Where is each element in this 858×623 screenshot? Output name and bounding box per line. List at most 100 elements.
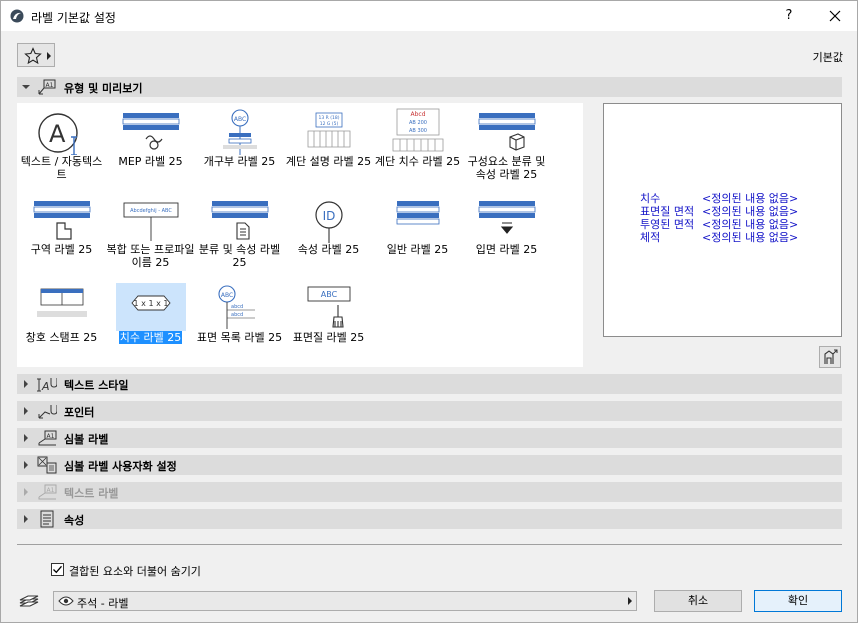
- chevron-right-icon: [24, 488, 28, 496]
- section-pointer[interactable]: 포인터: [17, 401, 842, 421]
- eye-icon: [58, 596, 74, 606]
- thumb-abcd-2: abcd: [231, 312, 243, 318]
- opening-label-icon: ABC: [223, 109, 257, 155]
- item-label: 분류 및 속성 라벨 25: [198, 243, 281, 269]
- thumb-stair-dim-bottom: AB 300: [409, 128, 427, 134]
- custom-settings-icon: [37, 456, 57, 474]
- palette-item-surface-list-label[interactable]: ABC abcd abcd 표면 목록 라벨 25: [195, 279, 284, 365]
- window-title: 라벨 기본값 설정: [31, 11, 116, 25]
- stair-description-icon: 13 R (18) 12 G (5): [307, 112, 351, 148]
- section-text-style[interactable]: A 텍스트 스타일: [17, 374, 842, 394]
- hide-with-element-checkbox[interactable]: [51, 563, 64, 576]
- section-label: 심볼 라벨 사용자화 설정: [64, 460, 177, 473]
- chevron-right-icon: [24, 434, 28, 442]
- chevron-right-icon: [24, 380, 28, 388]
- palette-item-general-label[interactable]: 일반 라벨 25: [373, 191, 462, 277]
- svg-text:A1: A1: [46, 82, 54, 89]
- component-classification-icon: [478, 113, 536, 151]
- section-symbol-custom-settings[interactable]: 심볼 라벨 사용자화 설정: [17, 455, 842, 475]
- preview-value: <정의된 내용 없음>: [702, 231, 799, 244]
- help-button[interactable]: ?: [777, 5, 801, 27]
- section-properties[interactable]: 속성: [17, 509, 842, 529]
- svg-text:A: A: [41, 380, 50, 393]
- section-label: 유형 및 미리보기: [64, 82, 143, 95]
- palette-item-window-door-stamp[interactable]: 창호 스탬프 25: [17, 279, 106, 365]
- item-label: 계단 설명 라벨 25: [285, 155, 372, 168]
- item-label: 구성요소 분류 및 속성 라벨 25: [467, 155, 546, 181]
- item-label: 치수 라벨 25: [118, 331, 183, 344]
- zone-label-icon: [33, 201, 91, 240]
- palette-item-zone-label[interactable]: 구역 라벨 25: [17, 191, 106, 277]
- divider: [17, 544, 842, 545]
- palette-item-dimension-label[interactable]: 1 x 1 x 1 치수 라벨 25: [106, 279, 195, 365]
- text-autotext-icon: A: [38, 113, 78, 155]
- palette-item-surface-material-label[interactable]: ABC 표면질 라벨 25: [284, 279, 373, 365]
- palette-item-mep-label[interactable]: MEP 라벨 25: [106, 103, 195, 189]
- label-preview: 치수 <정의된 내용 없음> 표면질 면적 <정의된 내용 없음> 투영된 면적 <정…: [603, 103, 842, 337]
- palette-item-opening-label[interactable]: ABC 개구부 라벨 25: [195, 103, 284, 189]
- preview-row: 체적 <정의된 내용 없음>: [640, 231, 798, 244]
- item-label: 일반 라벨 25: [386, 243, 449, 256]
- general-label-icon: [396, 201, 440, 225]
- toolbar: 기본값: [1, 31, 857, 75]
- palette-item-classification-property-label[interactable]: 분류 및 속성 라벨 25: [195, 191, 284, 277]
- stair-dimension-icon: Abcd AB 200 AB 300: [392, 108, 444, 152]
- composite-profile-icon: Abcdefghij - ABC: [123, 202, 179, 241]
- palette-item-elevation-label[interactable]: 입면 라벨 25: [462, 191, 551, 277]
- chevron-right-icon: [47, 52, 51, 60]
- preview-key: 체적: [640, 231, 661, 244]
- property-label-icon: ID: [315, 201, 343, 243]
- item-label: 속성 라벨 25: [297, 243, 360, 256]
- label-defaults-dialog: 라벨 기본값 설정 ? 기본값 A1 유형 및 미리보기 A 텍스트 / 자동텍…: [0, 0, 858, 623]
- layer-value: 주석 - 라벨: [77, 597, 129, 610]
- thumb-stair-bottom: 12 G (5): [320, 121, 339, 127]
- palette-item-stair-dimension-label[interactable]: Abcd AB 200 AB 300 계단 치수 라벨 25: [373, 103, 462, 189]
- chevron-right-icon: [24, 515, 28, 523]
- chevron-right-icon: [24, 407, 28, 415]
- favorites-button[interactable]: [17, 43, 55, 67]
- section-symbol-label[interactable]: A1 심볼 라벨: [17, 428, 842, 448]
- item-label: 표면 목록 라벨 25: [196, 331, 283, 344]
- preview-row: 투영된 면적 <정의된 내용 없음>: [640, 218, 798, 231]
- layers-icon: [19, 595, 39, 607]
- preview-mode-button[interactable]: [819, 346, 841, 368]
- section-label: 포인터: [64, 406, 95, 419]
- item-label: 표면질 라벨 25: [292, 331, 365, 344]
- chevron-right-icon: [628, 597, 632, 605]
- palette-item-property-label[interactable]: ID 속성 라벨 25: [284, 191, 373, 277]
- palette-item-component-classification-label[interactable]: 구성요소 분류 및 속성 라벨 25: [462, 103, 551, 189]
- thumb-stair-top: 13 R (18): [319, 115, 340, 121]
- close-icon[interactable]: [821, 5, 849, 27]
- dimension-label-icon: 1 x 1 x 1: [116, 283, 186, 331]
- hide-with-element-label: 결합된 요소와 더불어 숨기기: [69, 565, 201, 578]
- chevron-right-icon: [24, 461, 28, 469]
- layer-select[interactable]: 주석 - 라벨: [53, 591, 637, 611]
- preview-value: <정의된 내용 없음>: [702, 205, 799, 218]
- mep-label-icon: [122, 113, 180, 150]
- item-label: 계단 치수 라벨 25: [374, 155, 461, 168]
- palette-item-text-autotext[interactable]: A 텍스트 / 자동텍스트: [17, 103, 106, 189]
- star-icon: [24, 47, 42, 65]
- section-label: 텍스트 라벨: [64, 487, 119, 500]
- section-types-preview[interactable]: A1 유형 및 미리보기: [17, 77, 842, 97]
- ok-button[interactable]: 확인: [754, 590, 842, 612]
- text-label-icon: A1: [38, 484, 57, 500]
- section-text-label: A1 텍스트 라벨: [17, 482, 842, 502]
- item-label: MEP 라벨 25: [118, 155, 183, 168]
- surface-material-icon: ABC: [307, 286, 351, 328]
- thumb-stair-dim-mid: AB 200: [409, 120, 427, 126]
- pointer-icon: [38, 405, 57, 419]
- title-bar: 라벨 기본값 설정 ?: [1, 1, 857, 31]
- thumb-abc-text: ABC: [234, 116, 246, 123]
- palette-item-stair-description-label[interactable]: 13 R (18) 12 G (5) 계단 설명 라벨 25: [284, 103, 373, 189]
- cancel-button[interactable]: 취소: [654, 590, 742, 612]
- label-type-icon: A1: [38, 79, 56, 95]
- properties-icon: [40, 510, 54, 528]
- svg-text:A1: A1: [47, 433, 55, 440]
- item-label: 구역 라벨 25: [30, 243, 93, 256]
- item-label: 텍스트 / 자동텍스트: [20, 155, 103, 181]
- item-label: 창호 스탬프 25: [25, 331, 98, 344]
- palette-item-composite-profile-name[interactable]: Abcdefghij - ABC 복합 또는 프로파일 이름 25: [106, 191, 195, 277]
- chevron-down-icon: [22, 85, 30, 89]
- surface-list-icon: ABC abcd abcd: [218, 285, 255, 329]
